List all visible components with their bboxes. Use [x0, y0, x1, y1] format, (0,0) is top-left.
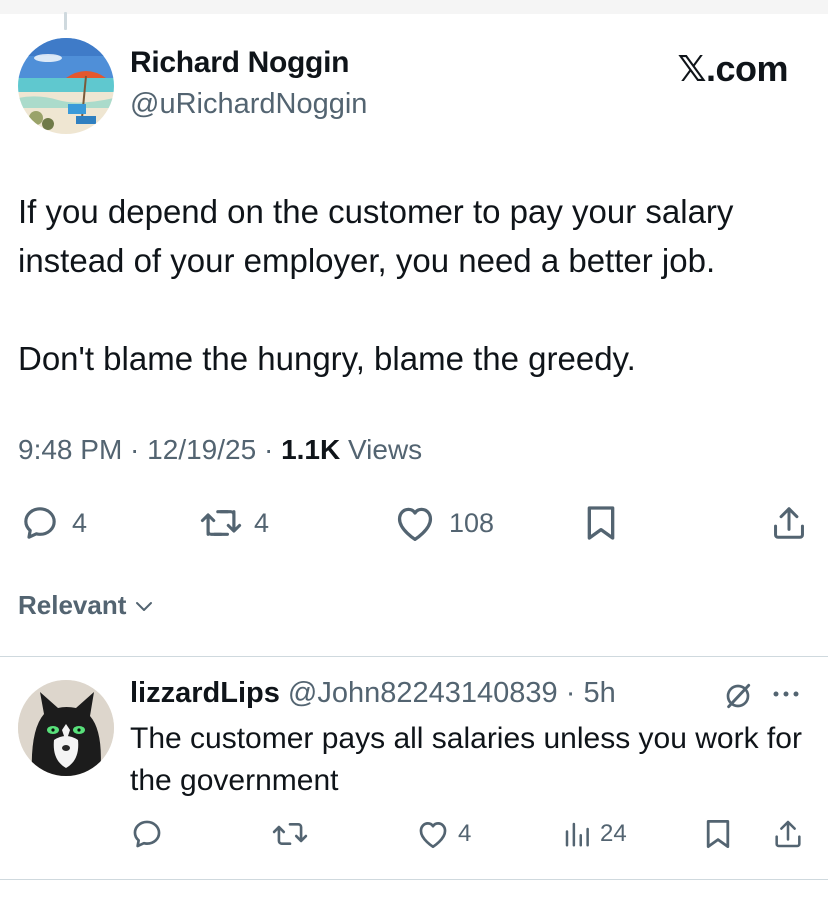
like-count: 108 [449, 507, 495, 538]
share-icon [774, 507, 804, 539]
heart-icon [397, 507, 433, 541]
grok-icon [726, 683, 751, 709]
reply-author-handle[interactable]: @John82243140839 [288, 677, 558, 709]
divider [0, 879, 828, 880]
views-label: Views [340, 434, 423, 465]
meta-separator: · [557, 677, 584, 709]
cat-avatar-icon [18, 680, 114, 776]
tweet-date[interactable]: 12/19/25 [147, 434, 256, 465]
bookmark-icon [706, 820, 730, 848]
reply-count: 4 [72, 507, 88, 538]
reply-button[interactable]: 4 [20, 498, 87, 548]
heart-icon [419, 822, 447, 849]
x-logo-label: 𝕏.com [677, 48, 788, 89]
views-count: 1.1K [281, 434, 341, 465]
reply-repost-button[interactable] [272, 812, 316, 856]
tweet-actions: 4 4 108 [0, 498, 828, 548]
like-button[interactable]: 108 [393, 498, 494, 548]
repost-icon [200, 510, 242, 536]
repost-icon [272, 822, 308, 846]
more-button[interactable] [768, 684, 804, 709]
reply-avatar[interactable] [18, 680, 114, 776]
author-handle[interactable]: @uRichardNoggin [130, 88, 367, 121]
sort-label: Relevant [18, 590, 127, 620]
author-name[interactable]: Richard Noggin [130, 46, 349, 80]
reply-share-button[interactable] [772, 812, 804, 856]
views-chart-icon [565, 822, 589, 847]
beach-umbrella-avatar-icon [18, 38, 114, 134]
meta-separator: · [122, 434, 148, 465]
tweet-time: 9:48 PM [18, 434, 123, 465]
more-icon [773, 691, 799, 697]
share-button[interactable] [770, 498, 808, 548]
reply-header: lizzardLips @John82243140839 · 5h [130, 677, 616, 710]
meta-separator: · [256, 434, 282, 465]
tweet-text: If you depend on the customer to pay you… [18, 187, 818, 383]
reply-icon [133, 820, 161, 848]
divider [0, 656, 828, 657]
top-bar [0, 0, 828, 14]
repost-button[interactable]: 4 [200, 498, 269, 548]
share-icon [775, 820, 801, 848]
reply-bookmark-button[interactable] [704, 812, 732, 856]
reply-reply-button[interactable] [130, 812, 172, 856]
reply-like-button[interactable]: 4 [416, 812, 471, 856]
thread-line [64, 12, 67, 30]
grok-button[interactable] [722, 680, 754, 717]
reply-like-count: 4 [458, 820, 472, 847]
bookmark-icon [587, 506, 615, 540]
tweet-paragraph: Don't blame the hungry, blame the greedy… [18, 340, 636, 377]
repost-count: 4 [254, 507, 270, 538]
reply-icon [24, 507, 56, 539]
tweet-paragraph: If you depend on the customer to pay you… [18, 193, 734, 279]
author-avatar[interactable] [18, 38, 114, 134]
sort-dropdown[interactable]: Relevant [18, 590, 156, 621]
reply-author-name[interactable]: lizzardLips [130, 677, 280, 709]
reply-actions: 4 24 [0, 812, 828, 856]
tweet-meta: 9:48 PM · 12/19/25 · 1.1K Views [18, 434, 422, 466]
bookmark-button[interactable] [584, 498, 618, 548]
reply-views-button[interactable]: 24 [562, 812, 627, 856]
reply-views-count: 24 [600, 820, 627, 847]
reply-text: The customer pays all salaries unless yo… [130, 722, 802, 797]
reply-time[interactable]: 5h [583, 677, 615, 709]
chevron-down-icon [136, 601, 153, 611]
